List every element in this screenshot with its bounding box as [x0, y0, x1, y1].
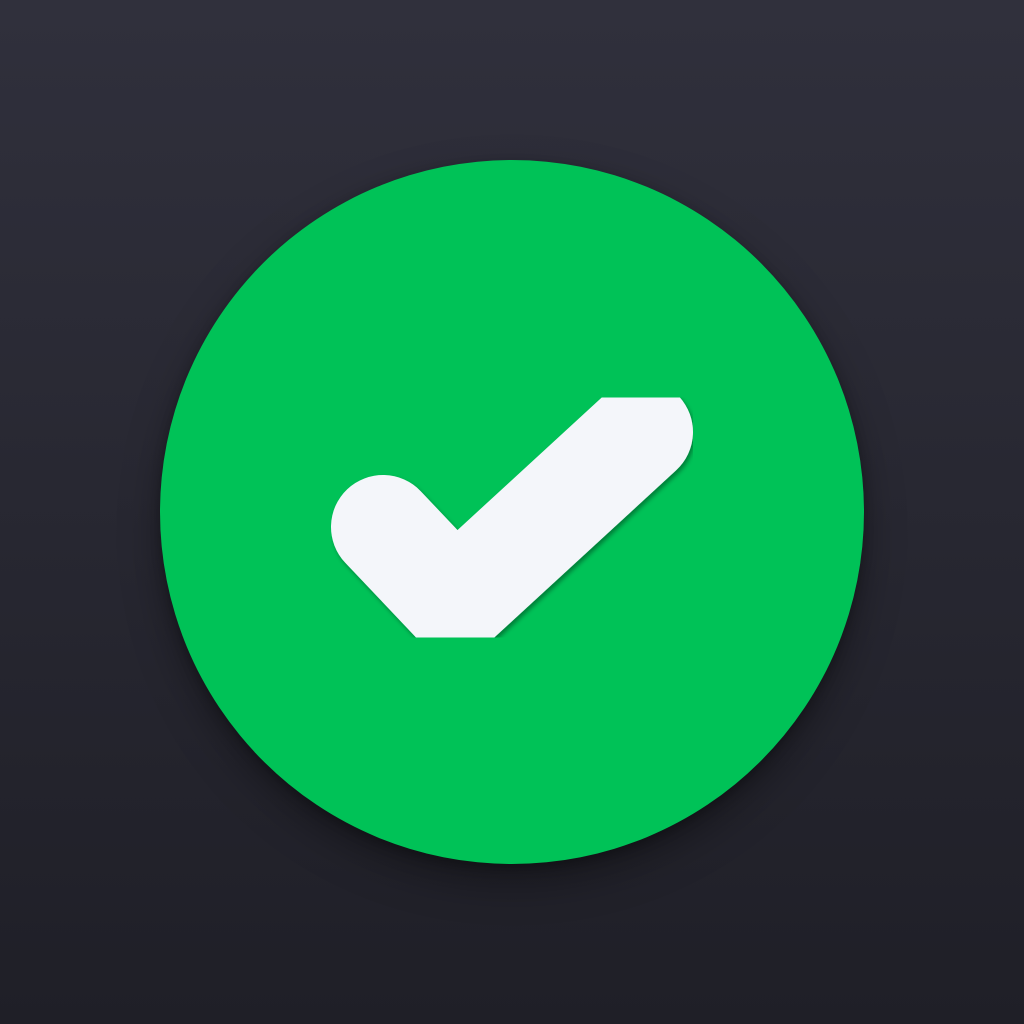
success-badge	[160, 160, 864, 864]
app-icon	[0, 0, 1024, 1024]
